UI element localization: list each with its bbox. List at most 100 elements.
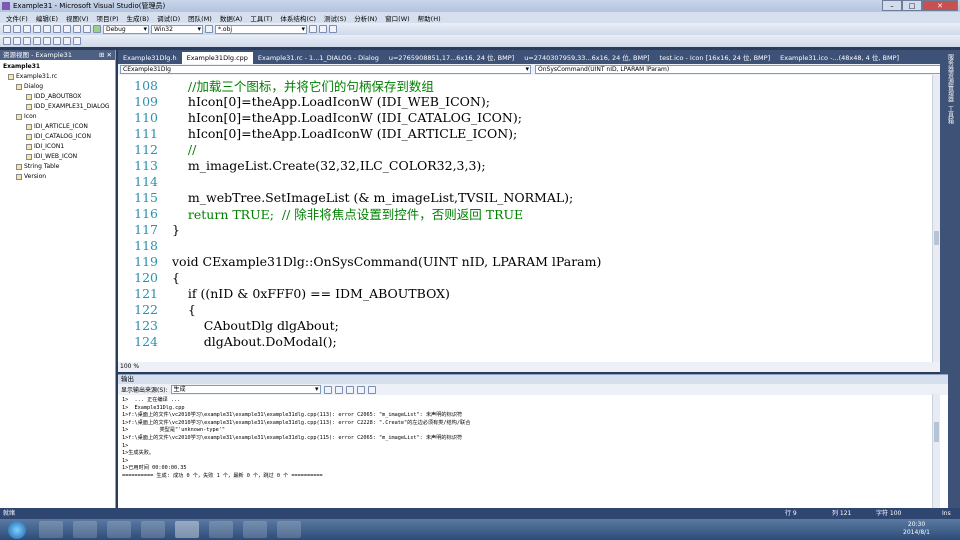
goto-error-icon[interactable]: [323, 385, 332, 394]
code-text: hIcon[0]=theApp.LoadIconW (IDI_WEB_ICON)…: [172, 93, 490, 109]
menu-edit[interactable]: 编辑(E): [32, 13, 62, 23]
menu-data[interactable]: 数据(A): [216, 13, 247, 23]
taskbar-app-qq-icon[interactable]: [141, 521, 165, 538]
tab-test-ico[interactable]: test.ico - Icon [16x16, 24 位, BMP]: [655, 52, 776, 64]
menu-help[interactable]: 帮助(H): [414, 13, 445, 23]
menu-project[interactable]: 项目(P): [93, 13, 123, 23]
code-text: //: [172, 141, 197, 157]
tree-item[interactable]: Icon: [0, 112, 115, 122]
menu-file[interactable]: 文件(F): [2, 13, 32, 23]
save-all-icon[interactable]: [33, 25, 41, 33]
taskbar-app-word-icon[interactable]: [277, 521, 301, 538]
toolbox-tab[interactable]: 工具箱: [946, 106, 955, 124]
tree-item[interactable]: Example31.rc: [0, 72, 115, 82]
uncomment-icon[interactable]: [33, 37, 41, 45]
menu-team[interactable]: 团队(M): [184, 13, 216, 23]
member-combo[interactable]: OnSysCommand(UINT nID, LPARAM lParam): [535, 65, 946, 74]
new-project-icon[interactable]: [3, 25, 11, 33]
solution-explorer-icon[interactable]: [309, 25, 317, 33]
system-clock[interactable]: 20:30 2014/8/1: [903, 521, 930, 537]
toolbox-icon[interactable]: [329, 25, 337, 33]
tab-bmp-1[interactable]: u=2765908851,17...6x16, 24 位, BMP]: [384, 52, 519, 64]
tree-item[interactable]: String Table: [0, 162, 115, 172]
tree-item[interactable]: Dialog: [0, 82, 115, 92]
taskbar-app-firefox-icon[interactable]: [243, 521, 267, 538]
taskbar-app-vs-icon[interactable]: [175, 521, 199, 538]
tab-dlg-h[interactable]: Example31Dlg.h: [118, 52, 182, 64]
scroll-thumb[interactable]: [934, 422, 939, 442]
bookmark-icon[interactable]: [43, 37, 51, 45]
indent-icon[interactable]: [3, 37, 11, 45]
scroll-thumb[interactable]: [934, 231, 939, 245]
menu-view[interactable]: 视图(V): [62, 13, 93, 23]
tab-bmp-2[interactable]: u=2740307959,33...6x16, 24 位, BMP]: [519, 52, 654, 64]
redo-icon[interactable]: [83, 25, 91, 33]
clock-date: 2014/8/1: [903, 529, 930, 536]
tree-item[interactable]: IDI_ARTICLE_ICON: [0, 122, 115, 132]
menu-architecture[interactable]: 体系结构(C): [276, 13, 320, 23]
word-wrap-icon[interactable]: [367, 385, 376, 394]
server-explorer-tab[interactable]: 服务器资源管理器: [946, 54, 955, 102]
menu-window[interactable]: 窗口(W): [381, 13, 414, 23]
find-icon[interactable]: [205, 25, 213, 33]
taskbar-app-chrome-icon[interactable]: [73, 521, 97, 538]
editor-scrollbar[interactable]: [932, 75, 940, 362]
tab-example-ico[interactable]: Example31.ico -...(48x48, 4 位, BMP]: [775, 52, 904, 64]
maximize-button[interactable]: □: [902, 0, 922, 11]
find-combo[interactable]: *.obj: [215, 24, 307, 34]
menu-tools[interactable]: 工具(T): [246, 13, 276, 23]
output-line: 1>生成失败。: [122, 450, 155, 457]
taskbar-app-explorer-icon[interactable]: [107, 521, 131, 538]
paste-icon[interactable]: [63, 25, 71, 33]
copy-icon[interactable]: [53, 25, 61, 33]
taskbar-app-ie-icon[interactable]: [39, 521, 63, 538]
menu-test[interactable]: 测试(S): [320, 13, 350, 23]
prev-bookmark-icon[interactable]: [53, 37, 61, 45]
status-bar: 就绪 行 9 列 121 字符 100 Ins: [0, 508, 960, 519]
taskbar-app-media-icon[interactable]: [209, 521, 233, 538]
outdent-icon[interactable]: [13, 37, 21, 45]
properties-icon[interactable]: [319, 25, 327, 33]
class-combo[interactable]: CExample31Dlg: [120, 65, 531, 74]
comment-icon[interactable]: [23, 37, 31, 45]
status-text: 就绪: [3, 510, 16, 517]
tree-item[interactable]: Version: [0, 172, 115, 182]
clear-bookmarks-icon[interactable]: [73, 37, 81, 45]
line-number: 124: [134, 333, 158, 349]
clear-all-icon[interactable]: [356, 385, 365, 394]
start-button[interactable]: [8, 520, 26, 539]
output-text[interactable]: 1> ... 正在编译 ... 1> Example31Dlg.cpp 1>f:\桌…: [118, 395, 948, 481]
output-source-combo[interactable]: 生成: [170, 385, 321, 394]
menu-analyze[interactable]: 分析(N): [350, 13, 381, 23]
undo-icon[interactable]: [73, 25, 81, 33]
menu-build[interactable]: 生成(B): [123, 13, 154, 23]
tree-item[interactable]: IDD_EXAMPLE31_DIALOG: [0, 102, 115, 112]
next-bookmark-icon[interactable]: [63, 37, 71, 45]
close-button[interactable]: ✕: [922, 0, 958, 11]
menu-debug[interactable]: 调试(D): [153, 13, 184, 23]
tab-rc-dialog[interactable]: Example31.rc - 1...1_DIALOG - Dialog: [253, 52, 384, 64]
code-editor[interactable]: 108 //加载三个图标，并将它们的句柄保存到数组 109 hIcon[0]=th…: [118, 75, 940, 362]
config-combo[interactable]: Debug: [103, 24, 149, 34]
open-file-icon[interactable]: [13, 25, 21, 33]
tree-item[interactable]: IDI_CATALOG_ICON: [0, 132, 115, 142]
tab-dlg-cpp[interactable]: Example31Dlg.cpp: [181, 52, 253, 64]
tree-item[interactable]: IDD_ABOUTBOX: [0, 92, 115, 102]
platform-combo[interactable]: Win32: [151, 24, 203, 34]
tree-item[interactable]: IDI_WEB_ICON: [0, 152, 115, 162]
tree-item[interactable]: Example31: [0, 62, 115, 72]
pin-icon[interactable]: ⊞ ✕: [99, 50, 112, 60]
prev-message-icon[interactable]: [334, 385, 343, 394]
next-message-icon[interactable]: [345, 385, 354, 394]
code-text: CAboutDlg dlgAbout;: [172, 317, 339, 333]
tree-item[interactable]: IDI_ICON1: [0, 142, 115, 152]
code-text: }: [172, 221, 180, 237]
zoom-level[interactable]: 100 %: [118, 362, 940, 372]
code-line: 120 {: [118, 269, 180, 285]
minimize-button[interactable]: –: [882, 0, 902, 11]
start-debug-icon[interactable]: [93, 25, 101, 33]
save-icon[interactable]: [23, 25, 31, 33]
code-text: //加载三个图标，并将它们的句柄保存到数组: [172, 78, 434, 94]
cut-icon[interactable]: [43, 25, 51, 33]
output-scrollbar[interactable]: [932, 394, 940, 508]
